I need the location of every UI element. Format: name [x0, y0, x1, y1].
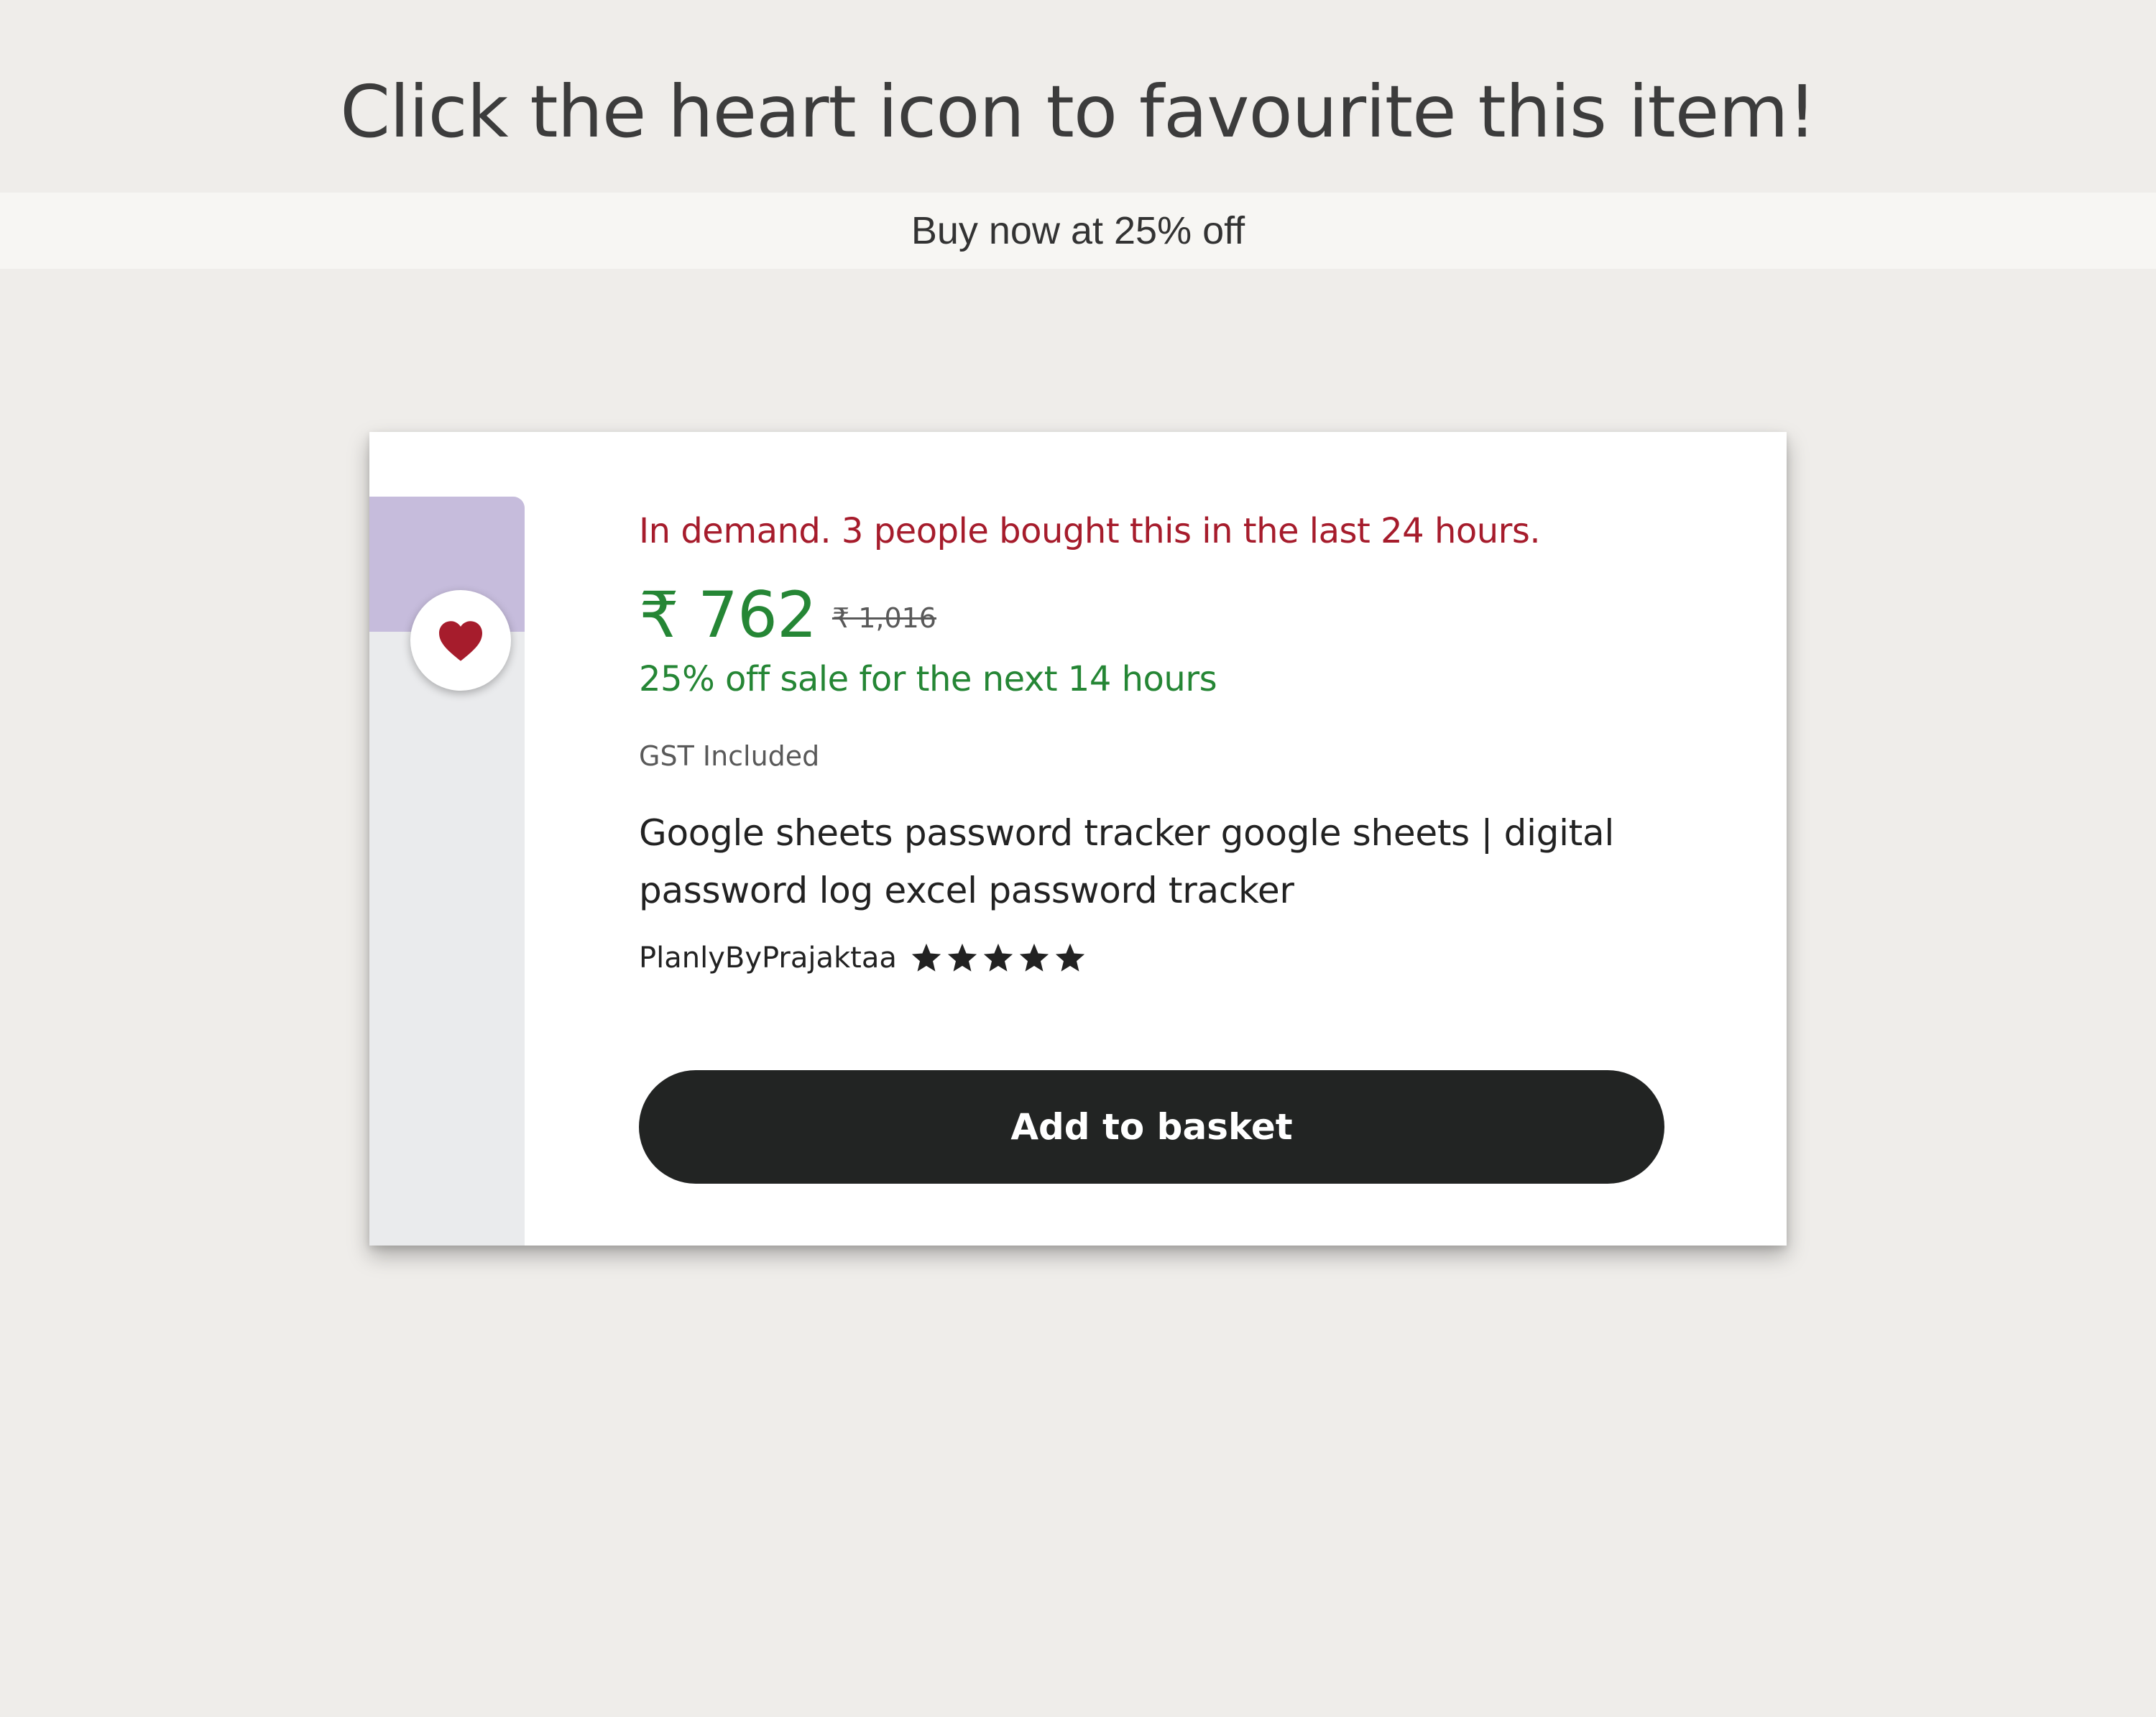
listing-card: In demand. 3 people bought this in the l… — [369, 432, 1787, 1246]
rating-stars — [910, 942, 1089, 975]
sale-price: ₹ 762 — [639, 578, 817, 652]
star-icon — [983, 943, 1013, 972]
promo-banner: Buy now at 25% off — [0, 193, 2156, 269]
star-icon — [1019, 943, 1049, 972]
shop-row: PlanlyByPrajaktaa — [639, 936, 1089, 980]
sale-message: 25% off sale for the next 14 hours — [639, 659, 1217, 699]
image-gallery — [369, 497, 525, 1246]
promo-banner-text: Buy now at 25% off — [911, 209, 1245, 252]
star-icon — [911, 943, 941, 972]
star-icon — [947, 943, 977, 972]
demand-notice: In demand. 3 people bought this in the l… — [639, 511, 1541, 551]
star-icon — [1055, 943, 1084, 972]
shop-name[interactable]: PlanlyByPrajaktaa — [639, 936, 897, 980]
original-price: ₹ 1,016 — [831, 602, 936, 634]
listing-title[interactable]: Google sheets password tracker google sh… — [639, 804, 1674, 919]
price-row: ₹ 762 ₹ 1,016 — [639, 576, 936, 655]
heart-icon — [439, 621, 482, 661]
add-to-basket-button[interactable]: Add to basket — [639, 1070, 1664, 1184]
favourite-button[interactable] — [410, 590, 511, 691]
tax-note: GST Included — [639, 740, 820, 772]
page-headline: Click the heart icon to favourite this i… — [340, 70, 1816, 154]
